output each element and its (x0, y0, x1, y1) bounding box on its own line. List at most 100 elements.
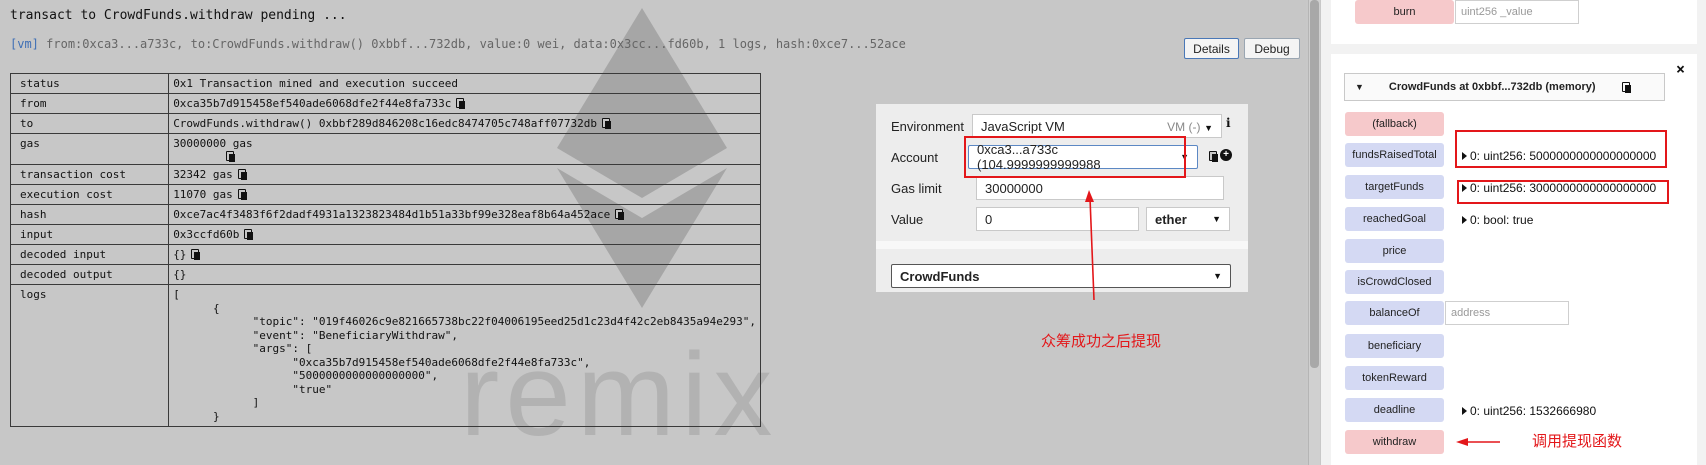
environment-select[interactable]: JavaScript VM VM (-) ▼ (972, 114, 1222, 138)
copy-icon[interactable] (244, 229, 254, 240)
info-icon[interactable]: i (1226, 116, 1231, 130)
row-value: 32342 gas (168, 164, 761, 185)
chevron-down-icon: ▼ (1212, 214, 1221, 224)
row-value: {} (168, 244, 761, 265)
copy-icon[interactable] (237, 169, 247, 180)
row-value: 30000000 gas (168, 133, 761, 165)
account-label: Account (891, 150, 938, 165)
deployed-contracts-panel: burn uint256 _value ▼ CrowdFunds at 0xbb… (1321, 0, 1706, 465)
environment-value: JavaScript VM (981, 118, 1065, 134)
iscrowdclosed-button[interactable]: isCrowdClosed (1345, 270, 1444, 294)
summary-text: from:0xca3...a733c, to:CrowdFunds.withdr… (46, 37, 906, 51)
balanceof-button[interactable]: balanceOf (1345, 301, 1444, 325)
fallback-button[interactable]: (fallback) (1345, 112, 1444, 136)
row-value: {} (168, 264, 761, 285)
caret-right-icon (1462, 407, 1467, 415)
table-row: logs [ { "topic": "019f46026c9e821665738… (9, 284, 761, 427)
transaction-title: transact to CrowdFunds.withdraw pending … (10, 8, 347, 23)
withdraw-button[interactable]: withdraw (1345, 430, 1444, 454)
logs-json: [ { "topic": "019f46026c9e821665738bc22f… (173, 288, 756, 423)
environment-label: Environment (891, 119, 964, 134)
vm-tag: [vm] (10, 37, 39, 51)
tokenreward-button[interactable]: tokenReward (1345, 366, 1444, 390)
transaction-summary: [vm] from:0xca3...a733c, to:CrowdFunds.w… (10, 37, 906, 51)
table-row: decoded output {} (9, 264, 761, 285)
table-row: status 0x1 Transaction mined and executi… (9, 73, 761, 94)
table-row: input 0x3ccfd60b (9, 224, 761, 245)
value-input[interactable]: 0 (976, 207, 1139, 231)
unit-value: ether (1155, 211, 1187, 227)
caret-down-icon[interactable]: ▼ (1355, 82, 1364, 92)
table-row: hash 0xce7ac4f3483f6f2dadf4931a132382348… (9, 204, 761, 225)
table-row: transaction cost 32342 gas (9, 164, 761, 185)
table-row: decoded input {} (9, 244, 761, 265)
instance-header[interactable]: ▼ CrowdFunds at 0xbbf...732db (memory) (1344, 73, 1665, 101)
row-key: execution cost (9, 184, 170, 205)
close-icon[interactable]: × (1676, 60, 1685, 78)
row-value: 0x3ccfd60b (168, 224, 761, 245)
contract-select[interactable]: CrowdFunds ▼ (891, 264, 1231, 288)
row-value: 11070 gas (168, 184, 761, 205)
fundsraisedtotal-button[interactable]: fundsRaisedTotal (1345, 143, 1444, 167)
row-key: decoded input (9, 244, 170, 265)
value-unit-select[interactable]: ether ▼ (1146, 207, 1230, 231)
transaction-details-table: status 0x1 Transaction mined and executi… (9, 73, 761, 427)
copy-icon[interactable] (191, 249, 201, 260)
table-row: from 0xca35b7d915458ef540ade6068dfe2f44e… (9, 93, 761, 114)
environment-suffix: VM (-) (1167, 119, 1201, 134)
table-row: execution cost 11070 gas (9, 184, 761, 205)
debug-button[interactable]: Debug (1244, 38, 1300, 59)
copy-icon[interactable] (1621, 82, 1631, 93)
annotation-box-fundsraised (1455, 130, 1667, 168)
caret-right-icon (1462, 216, 1467, 224)
terminal-scrollbar-thumb[interactable] (1310, 0, 1319, 368)
instance-title: CrowdFunds at 0xbbf...732db (memory) (1388, 81, 1596, 93)
run-panel: Environment JavaScript VM VM (-) ▼ i Acc… (876, 104, 1248, 292)
table-row: to CrowdFunds.withdraw() 0xbbf289d846208… (9, 113, 761, 134)
annotation-withdraw-after-success: 众筹成功之后提现 (1041, 332, 1162, 350)
plus-circle-icon[interactable]: + (1220, 149, 1232, 161)
row-key: logs (9, 284, 170, 427)
row-key: hash (9, 204, 170, 225)
chevron-down-icon: ▼ (1213, 271, 1222, 281)
row-key: status (9, 73, 170, 94)
row-value: [ { "topic": "019f46026c9e821665738bc22f… (168, 284, 761, 427)
targetfunds-button[interactable]: targetFunds (1345, 175, 1444, 199)
copy-icon[interactable] (237, 189, 247, 200)
annotation-box-account (964, 136, 1186, 178)
table-row: gas 30000000 gas (9, 133, 761, 165)
copy-icon[interactable] (602, 118, 612, 129)
copy-icon[interactable] (456, 98, 466, 109)
row-key: decoded output (9, 264, 170, 285)
row-key: transaction cost (9, 164, 170, 185)
row-value: 0xce7ac4f3483f6f2dadf4931a1323823484d1b5… (168, 204, 761, 225)
row-value: 0xca35b7d915458ef540ade6068dfe2f44e8fa73… (168, 93, 761, 114)
deadline-button[interactable]: deadline (1345, 398, 1444, 422)
deadline-output: 0: uint256: 1532666980 (1462, 404, 1596, 418)
panel-divider (876, 241, 1248, 249)
reachedgoal-output: 0: bool: true (1462, 213, 1533, 227)
annotation-box-targetfunds (1457, 180, 1669, 204)
details-button[interactable]: Details (1184, 38, 1239, 59)
copy-icon[interactable] (615, 209, 625, 220)
balanceof-input[interactable]: address (1445, 301, 1569, 325)
annotation-call-withdraw: 调用提现函数 (1532, 432, 1623, 450)
burn-input[interactable]: uint256 _value (1455, 0, 1579, 24)
row-key: gas (9, 133, 170, 165)
row-key: to (9, 113, 170, 134)
reachedgoal-button[interactable]: reachedGoal (1345, 207, 1444, 231)
previous-instance-card: burn uint256 _value (1331, 0, 1697, 44)
row-value: CrowdFunds.withdraw() 0xbbf289d846208c16… (168, 113, 761, 134)
gas-limit-input[interactable]: 30000000 (976, 176, 1224, 200)
row-key: input (9, 224, 170, 245)
copy-icon[interactable] (226, 151, 236, 162)
panel-gap (1321, 44, 1706, 54)
row-key: from (9, 93, 170, 114)
copy-icon[interactable] (1209, 151, 1218, 162)
chevron-down-icon: ▼ (1204, 122, 1213, 133)
contract-value: CrowdFunds (900, 268, 980, 284)
gas-limit-label: Gas limit (891, 181, 942, 196)
burn-button[interactable]: burn (1355, 0, 1454, 24)
beneficiary-button[interactable]: beneficiary (1345, 334, 1444, 358)
price-button[interactable]: price (1345, 239, 1444, 263)
